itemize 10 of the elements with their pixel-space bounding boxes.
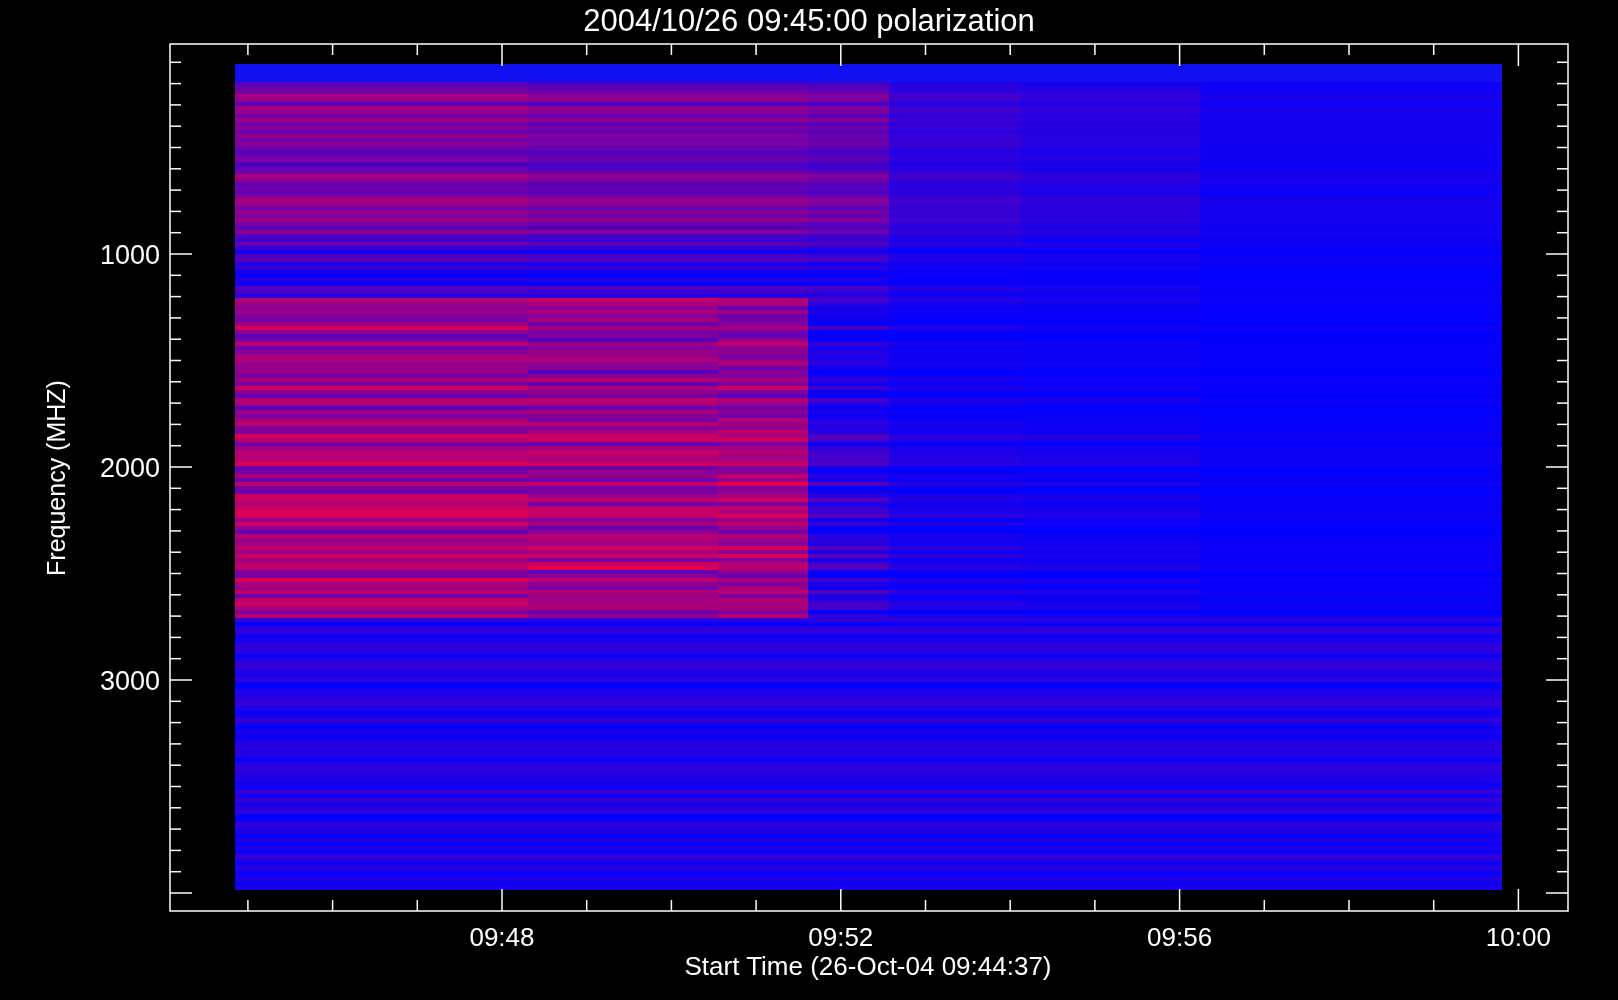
x-tick-label: 10:00 [1485, 922, 1551, 952]
y-tick-label: 1000 [99, 240, 160, 270]
x-axis-label: Start Time (26-Oct-04 09:44:37) [684, 951, 1052, 981]
y-tick-label: 2000 [99, 453, 160, 483]
x-tick-label: 09:56 [1147, 922, 1213, 952]
y-tick-label: 3000 [99, 666, 160, 696]
y-axis-label: Frequency (MHZ) [42, 380, 70, 576]
x-tick-label: 09:52 [808, 922, 874, 952]
chart-title: 2004/10/26 09:45:00 polarization [583, 3, 1035, 38]
x-tick-label: 09:48 [469, 922, 535, 952]
